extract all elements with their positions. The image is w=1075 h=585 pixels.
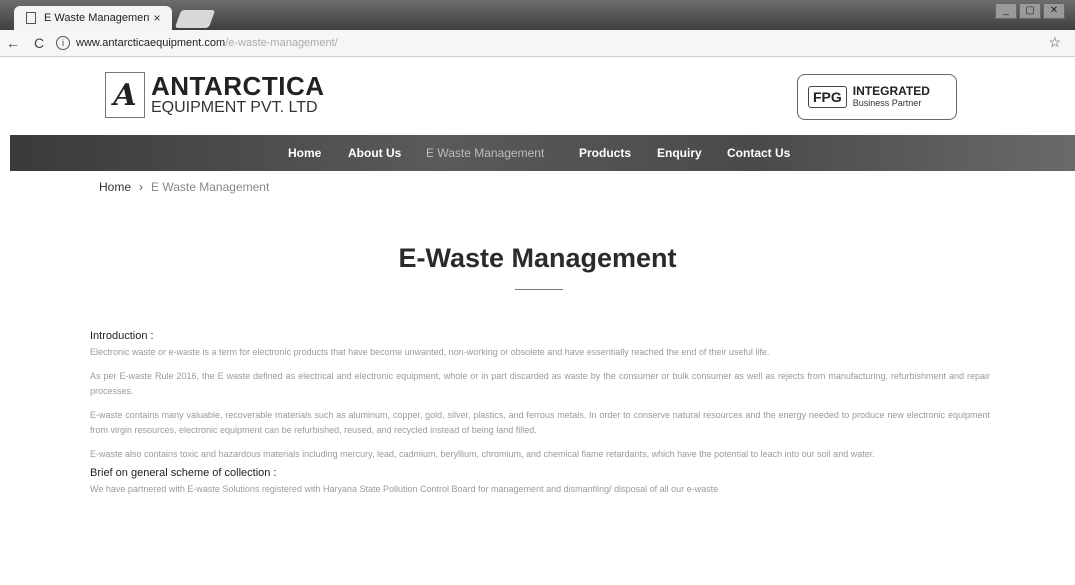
- intro-paragraph-2: As per E-waste Rule 2016, the E waste de…: [90, 371, 990, 396]
- nav-enquiry[interactable]: Enquiry: [657, 146, 702, 160]
- fpg-logo: FPG: [808, 86, 847, 108]
- nav-home[interactable]: Home: [288, 146, 321, 160]
- intro-paragraph-4: E-waste also contains toxic and hazardou…: [90, 449, 875, 459]
- main-content: Introduction : Electronic waste or e-was…: [90, 330, 990, 502]
- browser-tab-strip: E Waste Management × _ ▢ ✕: [0, 0, 1075, 30]
- logo-text: ANTARCTICA EQUIPMENT PVT. LTD: [151, 73, 325, 117]
- breadcrumb-current: E Waste Management: [151, 180, 270, 194]
- tab-title: E Waste Management: [44, 12, 150, 24]
- page-title: E-Waste Management: [398, 243, 677, 273]
- breadcrumb: Home › E Waste Management: [99, 180, 269, 194]
- bookmark-star-icon[interactable]: ☆: [1048, 34, 1061, 51]
- close-window-button[interactable]: ✕: [1043, 3, 1065, 19]
- address-bar: ← C i www.antarcticaequipment.com/e-wast…: [0, 30, 1075, 57]
- breadcrumb-home[interactable]: Home: [99, 180, 131, 194]
- company-name: ANTARCTICA: [151, 71, 325, 101]
- page-icon: [26, 12, 36, 24]
- collection-scheme-paragraph: We have partnered with E-waste Solutions…: [90, 484, 719, 494]
- partner-title: INTEGRATED: [852, 84, 930, 98]
- intro-paragraph-1: Electronic waste or e-waste is a term fo…: [90, 347, 770, 357]
- tab-close-icon[interactable]: ×: [150, 11, 164, 25]
- nav-contact-us[interactable]: Contact Us: [727, 146, 790, 160]
- url-path: /e-waste-management/: [225, 37, 338, 49]
- nav-e-waste-management[interactable]: E Waste Management: [426, 146, 544, 160]
- intro-paragraph-3: E-waste contains many valuable, recovera…: [90, 410, 990, 435]
- browser-tab[interactable]: E Waste Management ×: [14, 6, 172, 30]
- nav-about-us[interactable]: About Us: [348, 146, 401, 160]
- nav-products[interactable]: Products: [579, 146, 631, 160]
- minimize-button[interactable]: _: [995, 3, 1017, 19]
- info-icon[interactable]: i: [56, 36, 70, 50]
- maximize-button[interactable]: ▢: [1019, 3, 1041, 19]
- main-navigation: Home About Us E Waste Management Product…: [10, 135, 1075, 171]
- breadcrumb-separator: ›: [139, 180, 144, 194]
- new-tab-button[interactable]: [174, 10, 216, 28]
- title-divider: [515, 289, 563, 290]
- company-logo[interactable]: A ANTARCTICA EQUIPMENT PVT. LTD: [105, 72, 325, 118]
- logo-mark: A: [105, 72, 145, 118]
- collection-scheme-heading: Brief on general scheme of collection :: [90, 467, 277, 479]
- partner-subtitle: Business Partner: [852, 98, 922, 108]
- window-controls: _ ▢ ✕: [995, 3, 1065, 19]
- reload-icon[interactable]: C: [26, 35, 52, 51]
- back-arrow-icon[interactable]: ←: [0, 35, 26, 51]
- url-field[interactable]: www.antarcticaequipment.com/e-waste-mana…: [76, 37, 338, 49]
- company-subtitle: EQUIPMENT PVT. LTD: [151, 99, 318, 116]
- url-host: www.antarcticaequipment.com: [76, 37, 226, 49]
- introduction-heading: Introduction :: [90, 330, 154, 342]
- partner-badge: FPG INTEGRATED Business Partner: [797, 74, 957, 120]
